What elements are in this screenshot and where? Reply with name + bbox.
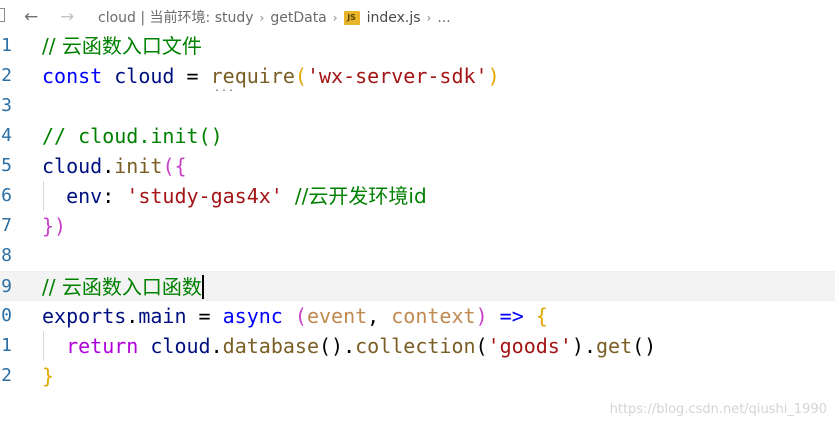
identifier-token: cloud: [102, 64, 187, 88]
property-token: env: [66, 184, 103, 208]
string-token: 'study-gas4x': [126, 184, 283, 208]
function-token: collection: [355, 334, 476, 358]
breadcrumb-item-symbols[interactable]: ...: [437, 9, 450, 27]
punctuation-token: ,: [367, 304, 392, 328]
comment-token: //云开发环境id: [294, 184, 427, 208]
paren-token: (: [294, 64, 307, 88]
code-line[interactable]: 7 }): [0, 211, 835, 241]
line-number: 6: [1, 185, 12, 206]
breadcrumb-item-project[interactable]: cloud | 当前环境: study: [98, 9, 254, 27]
property-token: main: [138, 304, 187, 328]
js-file-icon: JS: [343, 11, 360, 25]
line-number: 1: [1, 335, 12, 356]
chevron-right-icon: ›: [259, 11, 265, 25]
code-line[interactable]: 0 exports.main = async (event, context) …: [0, 301, 835, 331]
text-cursor: [201, 275, 204, 299]
line-number: 7: [1, 215, 12, 236]
paren-token: (): [632, 334, 657, 358]
code-line[interactable]: 8: [0, 241, 835, 271]
line-number: 3: [1, 95, 12, 116]
paren-token: ): [571, 334, 584, 358]
chevron-right-icon: ›: [426, 11, 432, 25]
comment-token: // cloud.init(): [42, 124, 223, 148]
breadcrumb-item-file[interactable]: index.js: [367, 9, 421, 27]
punctuation-token: .: [102, 154, 115, 178]
line-number: 1: [1, 35, 12, 56]
current-code-line[interactable]: 9 // 云函数入口函数: [0, 271, 835, 301]
punctuation-token: :: [102, 184, 127, 208]
identifier-token: cloud: [42, 154, 103, 178]
paren-token: (): [318, 334, 344, 358]
punctuation-token: .: [210, 334, 223, 358]
operator-token: =: [186, 304, 223, 328]
function-token: init: [114, 154, 163, 178]
keyword-token: return: [66, 334, 139, 358]
breadcrumb: cloud | 当前环境: study › getData › JS index…: [98, 9, 451, 27]
brace-token: {: [535, 304, 548, 328]
comment-token: // 云函数入口文件: [42, 34, 202, 58]
chevron-right-icon: ›: [332, 11, 338, 25]
panel-edge-icon: [0, 8, 5, 22]
back-arrow-icon[interactable]: ←: [24, 6, 38, 28]
string-token: 'wx-server-sdk': [306, 64, 488, 88]
line-number: 5: [1, 155, 12, 176]
watermark: https://blog.csdn.net/qiushi_1990: [609, 402, 827, 417]
line-number: 0: [1, 305, 12, 326]
code-line[interactable]: 4 // cloud.init(): [0, 121, 835, 151]
brace-token: }: [42, 364, 55, 388]
operator-token: =: [186, 64, 211, 88]
line-number: 2: [1, 365, 12, 386]
code-line[interactable]: 1 return cloud.database().collection('go…: [0, 331, 835, 361]
function-token: database: [222, 334, 319, 358]
brace-token: }): [42, 214, 67, 238]
forward-arrow-icon[interactable]: →: [60, 6, 74, 28]
identifier-token: cloud: [150, 334, 211, 358]
parameter-token: event: [306, 304, 368, 328]
paren-token: ): [487, 64, 500, 88]
line-number: 4: [1, 125, 12, 146]
code-line[interactable]: 2 }: [0, 361, 835, 391]
keyword-token: const: [42, 64, 103, 88]
code-line[interactable]: 1 // 云函数入口文件: [0, 31, 835, 61]
breadcrumb-item-folder[interactable]: getData: [270, 9, 326, 27]
paren-token: (: [294, 304, 307, 328]
arrow-token: =>: [487, 304, 536, 328]
paren-token: ): [475, 304, 488, 328]
line-number: 8: [1, 245, 12, 266]
keyword-token: async: [222, 304, 283, 328]
code-line[interactable]: 6 env: 'study-gas4x' //云开发环境id: [0, 181, 835, 211]
paren-token: (: [475, 334, 488, 358]
code-line[interactable]: 3: [0, 91, 835, 121]
string-token: 'goods': [487, 334, 572, 358]
comment-token: // 云函数入口函数: [42, 275, 202, 299]
punctuation-token: .: [126, 304, 139, 328]
identifier-token: exports: [42, 304, 127, 328]
code-line[interactable]: 2 const cloud = require('wx-server-sdk')…: [0, 61, 835, 94]
line-number: 2: [1, 65, 12, 86]
code-editor[interactable]: 1 // 云函数入口文件 2 const cloud = require('wx…: [0, 31, 835, 391]
line-number: 9: [1, 276, 12, 297]
parameter-token: context: [391, 304, 476, 328]
brace-token: ({: [162, 154, 187, 178]
punctuation-token: .: [583, 334, 596, 358]
punctuation-token: .: [343, 334, 356, 358]
code-line[interactable]: 5 cloud.init({: [0, 151, 835, 181]
function-token: get: [595, 334, 633, 358]
